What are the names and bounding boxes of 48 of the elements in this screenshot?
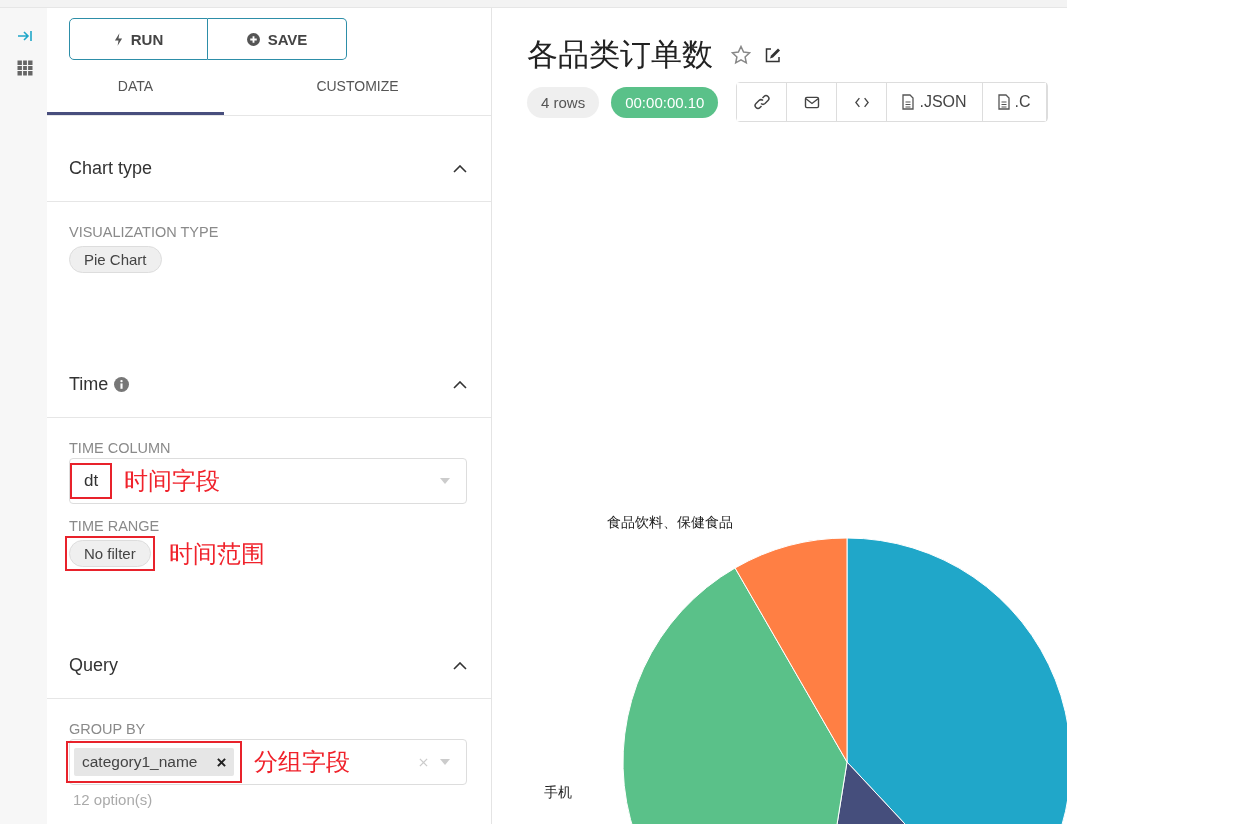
value-chip[interactable]: No filter bbox=[69, 540, 151, 567]
annotation-text: 时间字段 bbox=[124, 466, 221, 497]
info-icon bbox=[114, 377, 130, 392]
field-label: TIME RANGE bbox=[69, 518, 161, 534]
file-icon bbox=[997, 94, 1010, 110]
query-timer-badge: 00:00:00.10 bbox=[611, 86, 719, 118]
section-title: Query bbox=[69, 655, 119, 676]
tab[interactable]: CUSTOMIZE bbox=[224, 64, 491, 115]
selected-tag: category1_name bbox=[74, 748, 235, 776]
mail-icon bbox=[803, 95, 820, 109]
grid-icon[interactable] bbox=[17, 60, 33, 76]
section-header[interactable]: Time bbox=[47, 332, 491, 418]
select-value: dt bbox=[84, 471, 99, 490]
annotation-text: 分组字段 bbox=[254, 747, 351, 778]
row-count-badge: 4 rows bbox=[527, 86, 600, 118]
section-header[interactable]: Query bbox=[47, 613, 491, 699]
save-button[interactable]: SAVE bbox=[208, 18, 347, 60]
chevron-icon[interactable] bbox=[453, 661, 467, 670]
field-label: GROUP BY bbox=[69, 721, 147, 737]
edit-icon[interactable] bbox=[765, 47, 781, 63]
run-button[interactable]: RUN bbox=[69, 18, 208, 60]
lightning-icon bbox=[113, 32, 123, 46]
value-chip[interactable]: Pie Chart bbox=[69, 246, 162, 273]
chevron-icon[interactable] bbox=[453, 380, 467, 389]
options-count: 12 option(s) bbox=[73, 791, 154, 808]
section-header[interactable]: Chart type bbox=[47, 116, 491, 202]
annotation-text: 时间范围 bbox=[168, 538, 265, 570]
tab[interactable]: DATA bbox=[47, 64, 224, 115]
section-title: Chart type bbox=[69, 158, 153, 179]
caret-icon bbox=[440, 478, 450, 484]
pie-label: 食品饮料、保健食品 bbox=[607, 514, 733, 532]
section-title: Time bbox=[69, 374, 109, 395]
chart-title: 各品类订单数 bbox=[527, 35, 713, 74]
field-label: VISUALIZATION TYPE bbox=[69, 224, 220, 240]
select-field[interactable]: category1_name 分组字段 bbox=[69, 739, 467, 785]
file-icon bbox=[902, 94, 915, 110]
select-field[interactable]: dt 时间字段 bbox=[69, 458, 467, 504]
code-icon bbox=[854, 96, 869, 108]
pie-label: 手机 bbox=[544, 784, 572, 802]
link-icon bbox=[753, 94, 770, 110]
field-label: TIME COLUMN bbox=[69, 440, 172, 456]
remove-icon[interactable] bbox=[217, 757, 227, 767]
star-icon[interactable] bbox=[731, 45, 751, 65]
plus-circle-icon bbox=[246, 32, 260, 46]
chevron-icon[interactable] bbox=[453, 164, 467, 173]
link-button[interactable] bbox=[737, 83, 788, 121]
collapse-icon[interactable] bbox=[17, 28, 33, 44]
caret-icon bbox=[440, 759, 450, 765]
